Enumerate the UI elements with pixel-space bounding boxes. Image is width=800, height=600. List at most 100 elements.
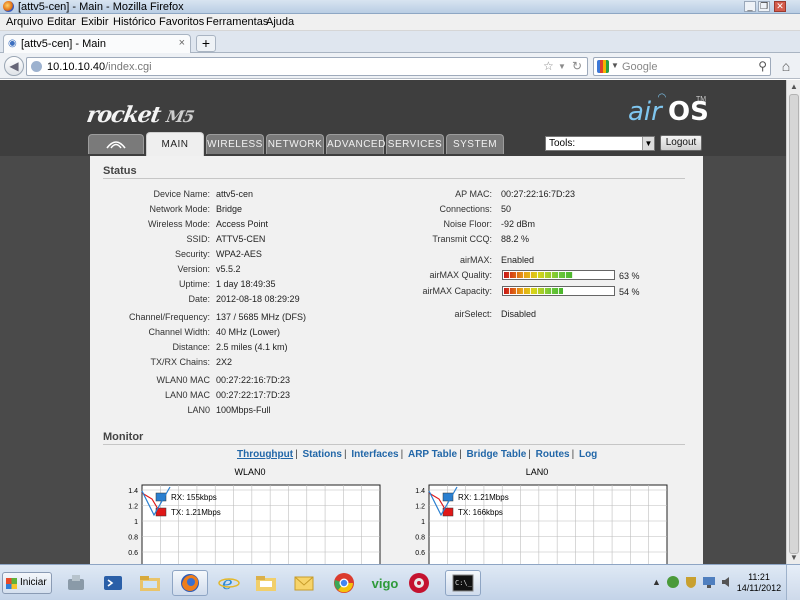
- star-icon[interactable]: ☆: [543, 59, 554, 73]
- maximize-button[interactable]: ❐: [758, 1, 770, 12]
- network-mode-value: Bridge: [216, 204, 243, 214]
- scroll-down-icon[interactable]: ▼: [790, 553, 798, 562]
- distance-value: 2.5 miles (4.1 km): [216, 342, 288, 352]
- powershell-icon[interactable]: [99, 570, 127, 596]
- lan0-chart-title: LAN0: [525, 467, 549, 477]
- vertical-scrollbar[interactable]: ▲ ▼: [786, 80, 800, 564]
- media-player-icon[interactable]: [405, 570, 433, 596]
- reload-icon[interactable]: ↻: [572, 59, 582, 73]
- menu-ferramentas[interactable]: Ferramentas: [206, 16, 268, 28]
- tab-advanced[interactable]: ADVANCED: [326, 134, 385, 154]
- volume-icon[interactable]: [720, 575, 734, 589]
- show-desktop-button[interactable]: [786, 565, 800, 600]
- minimize-button[interactable]: _: [744, 1, 756, 12]
- menu-favoritos[interactable]: Favoritos: [159, 16, 204, 28]
- distance-label: Distance:: [172, 342, 210, 352]
- security-shield-icon[interactable]: [684, 575, 698, 589]
- airmax-quality-meter: [502, 270, 615, 280]
- airmax-capacity-value: 54 %: [619, 287, 640, 297]
- arp-table-link[interactable]: ARP Table: [408, 449, 457, 460]
- folder-icon[interactable]: [252, 570, 280, 596]
- version-label: Version:: [177, 264, 210, 274]
- interfaces-link[interactable]: Interfaces: [351, 449, 398, 460]
- home-icon[interactable]: ⌂: [777, 58, 795, 75]
- menu-exibir[interactable]: Exibir: [81, 16, 109, 28]
- mail-icon[interactable]: [290, 570, 318, 596]
- firefox-icon[interactable]: [172, 570, 208, 596]
- stations-link[interactable]: Stations: [302, 449, 341, 460]
- show-hidden-icons-icon[interactable]: ▲: [652, 577, 661, 587]
- chevron-down-icon: ▼: [642, 137, 654, 150]
- ap-mac-value: 00:27:22:16:7D:23: [501, 189, 576, 199]
- monitor-links: Throughput | Stations | Interfaces | ARP Ta…: [237, 449, 598, 460]
- scrollbar-thumb[interactable]: [789, 94, 799, 554]
- network-icon[interactable]: [666, 575, 680, 589]
- vigo-icon[interactable]: vigo: [368, 570, 402, 596]
- close-tab-icon[interactable]: ×: [179, 37, 185, 49]
- airmax-value: Enabled: [501, 255, 535, 265]
- device-name-value: attv5-cen: [216, 189, 254, 199]
- clock[interactable]: 11:21 14/11/2012: [735, 572, 783, 594]
- noise-floor-value: -92 dBm: [501, 219, 536, 229]
- ubiquiti-logo-icon: [106, 141, 126, 149]
- tools-select[interactable]: Tools: ▼: [545, 136, 655, 151]
- close-window-button[interactable]: ✕: [774, 1, 786, 12]
- tab-main[interactable]: MAIN: [146, 132, 204, 156]
- menu-editar[interactable]: Editar: [47, 16, 76, 28]
- new-tab-button[interactable]: +: [196, 35, 216, 52]
- section-divider: [103, 444, 685, 445]
- logout-button[interactable]: Logout: [660, 135, 702, 151]
- browser-tab[interactable]: ◉ [attv5-cen] - Main ×: [3, 34, 191, 53]
- monitor-section-title: Monitor: [103, 431, 144, 443]
- google-icon[interactable]: [597, 60, 609, 73]
- date-value: 2012-08-18 08:29:29: [216, 294, 300, 304]
- chrome-icon[interactable]: [330, 570, 358, 596]
- utility-app-icon[interactable]: [62, 570, 90, 596]
- ubiquiti-logo-tab[interactable]: [88, 134, 144, 154]
- y-tick-label: 1.4: [415, 488, 425, 495]
- search-input[interactable]: Google: [622, 61, 657, 73]
- search-engine-dropdown-icon[interactable]: ▼: [611, 61, 619, 70]
- feed-icon: ◉: [8, 38, 17, 49]
- routes-link[interactable]: Routes: [536, 449, 570, 460]
- menu-arquivo[interactable]: Arquivo: [6, 16, 43, 28]
- wlan0-throughput-chart: 1.41.210.80.60.4RX: 155kbpsTX: 1.21Mbps: [128, 484, 381, 564]
- globe-icon: [31, 61, 42, 72]
- menu-historico[interactable]: Histórico: [113, 16, 156, 28]
- bridge-table-link[interactable]: Bridge Table: [466, 449, 526, 460]
- address-bar[interactable]: 10.10.10.40/index.cgi ☆ ▼ ↻: [26, 57, 588, 76]
- tab-network[interactable]: NETWORK: [266, 134, 324, 154]
- tab-wireless[interactable]: WIRELESS: [206, 134, 264, 154]
- channel-width-value: 40 MHz (Lower): [216, 327, 281, 337]
- web-page: rocket M5 ◜◝ air OS TM MAIN WIRELESS NET…: [0, 80, 786, 564]
- back-button[interactable]: ◀: [4, 56, 24, 76]
- scroll-up-icon[interactable]: ▲: [790, 82, 798, 91]
- url-text[interactable]: 10.10.10.40/index.cgi: [47, 61, 152, 73]
- search-bar[interactable]: ▼ Google ⚲: [593, 57, 771, 76]
- lan0-throughput-chart: 1.41.210.80.60.4RX: 1.21MbpsTX: 166kbps: [415, 484, 668, 564]
- airos-logo: ◜◝ air OS TM: [628, 92, 709, 127]
- menu-ajuda[interactable]: Ajuda: [266, 16, 294, 28]
- network-mode-label: Network Mode:: [149, 204, 210, 214]
- rocket-m5-logo: rocket M5: [84, 102, 195, 128]
- command-prompt-icon[interactable]: C:\_: [445, 570, 481, 596]
- wlan0-chart-title: WLAN0: [234, 467, 266, 477]
- throughput-link[interactable]: Throughput: [237, 449, 293, 460]
- uptime-value: 1 day 18:49:35: [216, 279, 276, 289]
- tab-system[interactable]: SYSTEM: [446, 134, 504, 154]
- internet-explorer-icon[interactable]: e: [215, 570, 243, 596]
- monitor-icon[interactable]: [702, 575, 716, 589]
- channel-frequency-value: 137 / 5685 MHz (DFS): [216, 312, 307, 322]
- y-tick-label: 1.4: [128, 488, 138, 495]
- back-icon: ◀: [9, 59, 19, 73]
- search-icon[interactable]: ⚲: [758, 59, 767, 73]
- file-explorer-icon[interactable]: [136, 570, 164, 596]
- history-dropdown-icon[interactable]: ▼: [558, 62, 566, 71]
- ssid-label: SSID:: [186, 234, 210, 244]
- airmax-label: airMAX:: [459, 255, 492, 265]
- svg-text:C:\_: C:\_: [455, 579, 473, 587]
- tab-services[interactable]: SERVICES: [386, 134, 444, 154]
- start-button[interactable]: Iniciar: [2, 572, 52, 594]
- y-tick-label: 0.6: [128, 550, 138, 557]
- log-link[interactable]: Log: [579, 449, 597, 460]
